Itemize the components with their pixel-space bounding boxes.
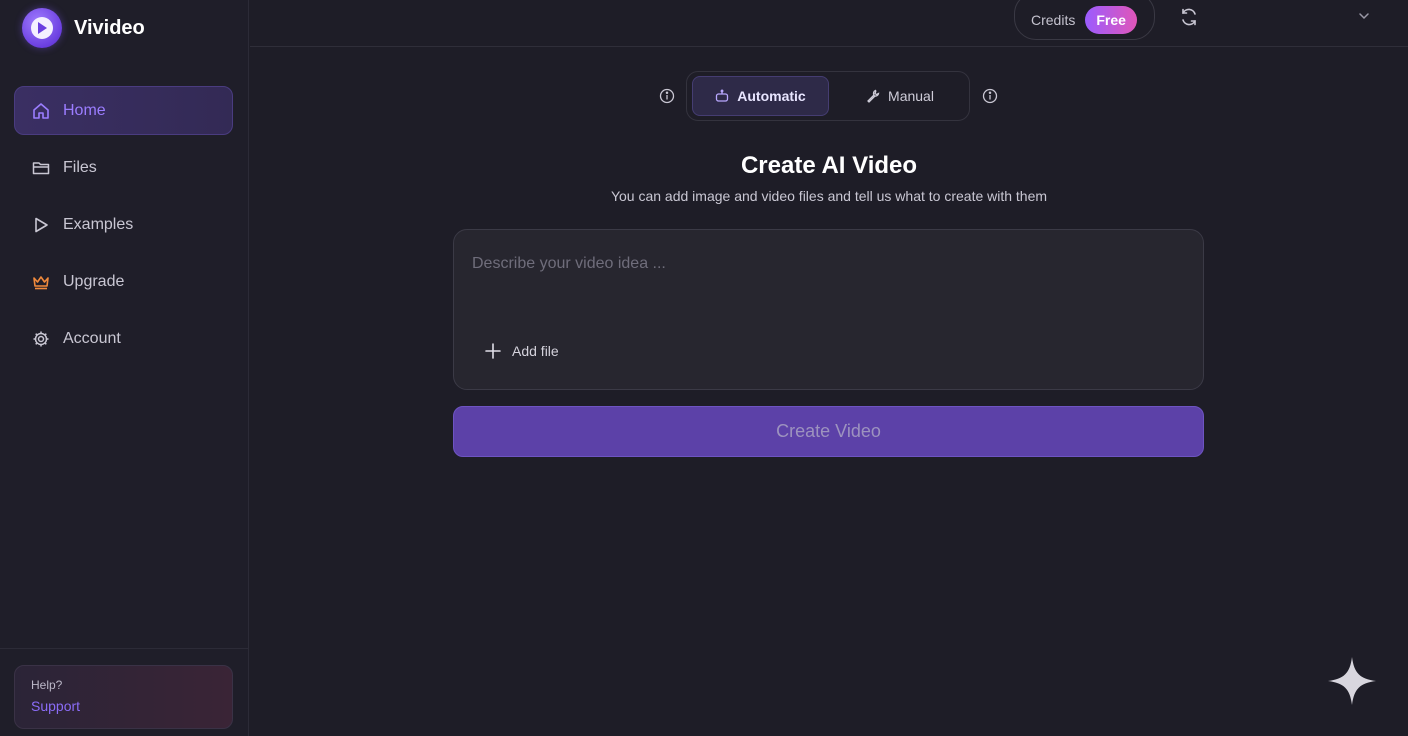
video-idea-input[interactable] — [472, 252, 1172, 276]
gear-icon — [31, 329, 51, 349]
help-question: Help? — [31, 678, 63, 692]
sidebar-item-examples[interactable]: Examples — [14, 200, 233, 249]
home-icon — [31, 101, 51, 121]
sidebar-item-label: Examples — [63, 215, 134, 233]
help-card: Help? Support — [14, 665, 233, 729]
brand[interactable]: Vivideo — [22, 8, 145, 48]
page-title: Create AI Video — [740, 152, 918, 179]
tab-manual-label: Manual — [888, 88, 934, 104]
crown-icon — [31, 272, 51, 292]
wrench-icon — [866, 89, 880, 103]
tab-automatic-label: Automatic — [737, 88, 806, 104]
sidebar-item-label: Account — [63, 329, 121, 347]
sidebar-item-label: Files — [63, 158, 97, 176]
tab-automatic[interactable]: Automatic — [692, 76, 829, 116]
add-file-button[interactable]: Add file — [484, 342, 559, 360]
sidebar-item-upgrade[interactable]: Upgrade — [14, 257, 233, 306]
folder-icon — [31, 158, 51, 178]
prompt-box: Add file — [453, 229, 1204, 390]
robot-icon — [715, 89, 729, 103]
logo-icon — [22, 8, 62, 48]
brand-name: Vivideo — [74, 16, 145, 39]
sidebar-item-account[interactable]: Account — [14, 314, 233, 363]
info-icon[interactable] — [982, 88, 998, 104]
sidebar-nav: Home Files Examples Upgrade Account — [14, 86, 233, 371]
sidebar-item-label: Upgrade — [63, 272, 125, 290]
chevron-down-icon[interactable] — [1356, 8, 1372, 24]
credits-pill[interactable]: Credits Free — [1014, 0, 1155, 40]
mode-toggle: Automatic Manual — [686, 71, 970, 121]
plan-badge[interactable]: Free — [1085, 6, 1137, 34]
tab-manual[interactable]: Manual — [835, 76, 965, 116]
play-outline-icon — [31, 215, 51, 235]
create-video-button[interactable]: Create Video — [453, 406, 1204, 457]
sidebar-item-files[interactable]: Files — [14, 143, 233, 192]
add-file-label: Add file — [512, 343, 559, 359]
topbar: Credits Free — [250, 0, 1408, 47]
info-icon[interactable] — [659, 88, 675, 104]
sidebar-item-label: Home — [63, 101, 106, 119]
plus-icon — [484, 342, 502, 360]
sidebar-item-home[interactable]: Home — [14, 86, 233, 135]
credits-label: Credits — [1031, 12, 1076, 28]
sidebar: Vivideo Home Files Examples Upgrade Acco… — [0, 0, 249, 736]
sidebar-divider — [0, 648, 249, 649]
support-link[interactable]: Support — [31, 698, 216, 714]
app-window: Vivideo Home Files Examples Upgrade Acco… — [0, 0, 1408, 736]
refresh-icon[interactable] — [1178, 6, 1200, 28]
page-subtitle: You can add image and video files and te… — [610, 188, 1048, 204]
sparkle-icon — [1326, 655, 1378, 707]
